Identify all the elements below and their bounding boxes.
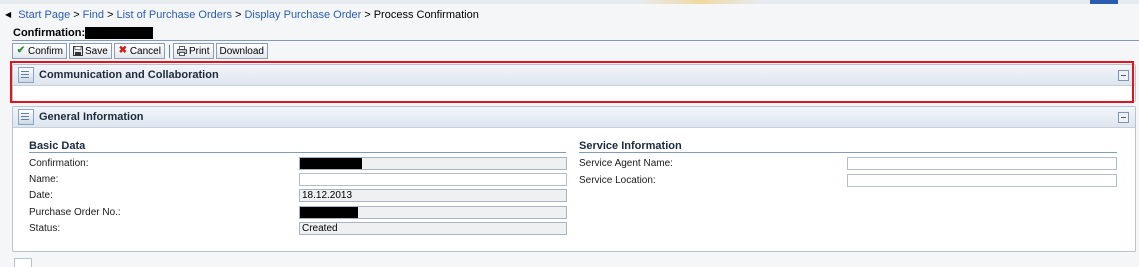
save-label: Save <box>85 45 108 57</box>
confirm-button[interactable]: ✔ Confirm <box>12 43 68 59</box>
communication-panel-title: Communication and Collaboration <box>39 69 219 81</box>
checkmark-icon: ✔ <box>16 45 26 56</box>
purchase-order-field <box>299 206 567 219</box>
service-location-label: Service Location: <box>579 175 656 186</box>
save-button[interactable]: Save <box>69 43 112 59</box>
name-label: Name: <box>29 174 59 185</box>
confirmation-label: Confirmation: <box>29 158 89 169</box>
date-label: Date: <box>29 190 53 201</box>
page-title: Confirmation: <box>13 27 154 40</box>
breadcrumb-start-page[interactable]: Start Page <box>18 9 70 21</box>
redacted-purchase-order-value <box>300 207 358 218</box>
page-title-label: Confirmation: <box>13 27 86 39</box>
breadcrumb-display-purchase-order[interactable]: Display Purchase Order <box>244 9 361 21</box>
service-agent-name-label: Service Agent Name: <box>579 158 673 169</box>
status-field: Created <box>299 222 567 235</box>
name-input[interactable] <box>299 173 567 186</box>
panel-icon <box>18 109 34 125</box>
status-label: Status: <box>29 223 61 234</box>
collapse-icon[interactable] <box>1118 112 1129 123</box>
panel-icon <box>18 67 34 83</box>
collapse-icon[interactable] <box>1118 70 1129 81</box>
cancel-label: Cancel <box>129 45 161 57</box>
breadcrumb-separator: > <box>235 9 242 21</box>
redacted-confirmation-value <box>300 158 362 169</box>
header-decoration <box>640 0 760 4</box>
service-information-title: Service Information <box>579 140 682 152</box>
next-panel-icon <box>14 258 32 267</box>
back-arrow-icon[interactable]: ◀ <box>5 10 11 19</box>
breadcrumb-find[interactable]: Find <box>83 9 104 21</box>
communication-panel: Communication and Collaboration <box>12 64 1136 102</box>
redacted-confirmation-number <box>85 27 154 40</box>
cancel-x-icon: ✖ <box>118 45 127 56</box>
general-information-panel-header[interactable]: General Information <box>13 107 1135 128</box>
toolbar-separator <box>168 44 170 58</box>
header-decoration <box>1090 0 1118 4</box>
floppy-disk-icon <box>73 46 84 56</box>
breadcrumb-current: Process Confirmation <box>373 9 479 21</box>
purchase-order-label: Purchase Order No.: <box>29 207 121 218</box>
service-agent-name-input[interactable] <box>847 157 1117 170</box>
service-location-input[interactable] <box>847 174 1117 187</box>
breadcrumb-list-of-purchase-orders[interactable]: List of Purchase Orders <box>116 9 232 21</box>
top-strip <box>0 0 1139 4</box>
service-information-divider <box>579 152 1117 153</box>
toolbar: ✔ Confirm Save ✖ Cancel Print Download <box>12 43 270 59</box>
breadcrumb-separator: > <box>364 9 371 21</box>
download-button[interactable]: Download <box>215 43 268 59</box>
print-button[interactable]: Print <box>172 43 214 59</box>
print-label: Print <box>188 45 210 57</box>
general-information-panel-title: General Information <box>39 111 144 123</box>
confirm-label: Confirm <box>28 45 64 57</box>
date-field: 18.12.2013 <box>299 189 567 202</box>
title-divider <box>12 40 1139 41</box>
breadcrumb: ◀ Start Page > Find > List of Purchase Order… <box>5 9 479 21</box>
breadcrumb-separator: > <box>107 9 114 21</box>
communication-panel-header[interactable]: Communication and Collaboration <box>13 65 1135 86</box>
confirmation-field <box>299 157 567 170</box>
cancel-button[interactable]: ✖ Cancel <box>113 43 165 59</box>
basic-data-title: Basic Data <box>29 140 86 152</box>
download-label: Download <box>219 45 264 57</box>
basic-data-divider <box>29 152 566 153</box>
printer-icon <box>177 46 187 56</box>
breadcrumb-separator: > <box>73 9 80 21</box>
